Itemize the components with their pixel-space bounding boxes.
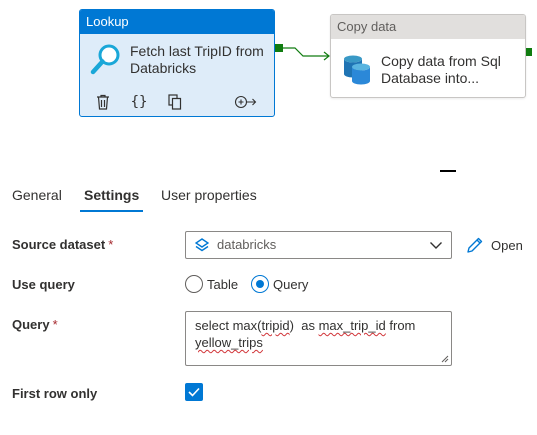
query-label: Query *	[12, 317, 58, 332]
database-icon	[344, 55, 370, 85]
radio-circle-selected	[251, 275, 269, 293]
required-marker: *	[108, 237, 114, 252]
source-dataset-dropdown[interactable]: databricks	[185, 231, 452, 259]
properties-tab-bar: General Settings User properties	[0, 182, 537, 212]
query-text-misspelled: yellow_trips	[195, 335, 263, 350]
checkmark-icon	[188, 387, 200, 397]
query-text-segment: select max(	[195, 318, 262, 333]
query-textarea[interactable]: select max(tripid) as max_trip_id from y…	[185, 311, 452, 366]
success-connector-arrow	[283, 47, 330, 61]
activity-type-label: Copy data	[331, 15, 525, 39]
source-dataset-label: Source dataset *	[12, 237, 114, 252]
panel-splitter-handle[interactable]	[440, 170, 456, 172]
use-query-label: Use query	[12, 277, 75, 292]
activity-type-label: Lookup	[80, 10, 274, 34]
tab-general[interactable]: General	[12, 187, 62, 203]
pencil-icon	[467, 237, 483, 253]
first-row-only-label: First row only	[12, 386, 98, 401]
open-dataset-button[interactable]: Open	[466, 234, 523, 256]
success-output-handle[interactable]	[275, 44, 283, 52]
tab-settings[interactable]: Settings	[84, 187, 139, 203]
databricks-icon	[195, 238, 209, 252]
chevron-down-icon	[430, 242, 442, 249]
tab-user-properties[interactable]: User properties	[161, 187, 257, 203]
radio-table-label: Table	[207, 276, 239, 292]
activity-title: Fetch last TripID from Databricks	[130, 43, 264, 76]
copy-data-activity[interactable]: Copy data Copy data from Sql Database in…	[330, 14, 526, 98]
active-tab-indicator	[80, 210, 143, 212]
add-output-icon[interactable]	[234, 92, 258, 112]
first-row-only-checkbox[interactable]	[185, 383, 203, 401]
query-text-segment: from	[385, 318, 419, 333]
required-marker: *	[52, 317, 58, 332]
source-dataset-value: databricks	[217, 237, 277, 252]
query-text-misspelled: tripid	[261, 318, 290, 333]
success-output-handle-copy[interactable]	[526, 48, 532, 56]
open-button-label: Open	[491, 237, 523, 253]
query-text-misspelled: max_trip_id	[318, 318, 386, 333]
activity-title: Copy data from Sql Database into...	[381, 53, 501, 86]
radio-query[interactable]: Query	[251, 275, 308, 293]
resize-grip-icon[interactable]	[440, 354, 449, 363]
radio-table[interactable]: Table	[185, 275, 238, 293]
radio-query-label: Query	[273, 276, 309, 292]
pipeline-canvas[interactable]: Lookup Fetch last TripID from Databricks…	[0, 0, 537, 170]
radio-circle	[185, 275, 203, 293]
query-text-segment: ) as	[289, 318, 319, 333]
delete-icon[interactable]	[94, 92, 112, 112]
code-braces-icon[interactable]: {}	[130, 92, 148, 112]
activity-toolbar: {}	[80, 88, 274, 116]
copy-icon[interactable]	[166, 92, 184, 112]
lookup-activity[interactable]: Lookup Fetch last TripID from Databricks…	[79, 9, 275, 117]
magnifier-icon	[90, 44, 120, 75]
